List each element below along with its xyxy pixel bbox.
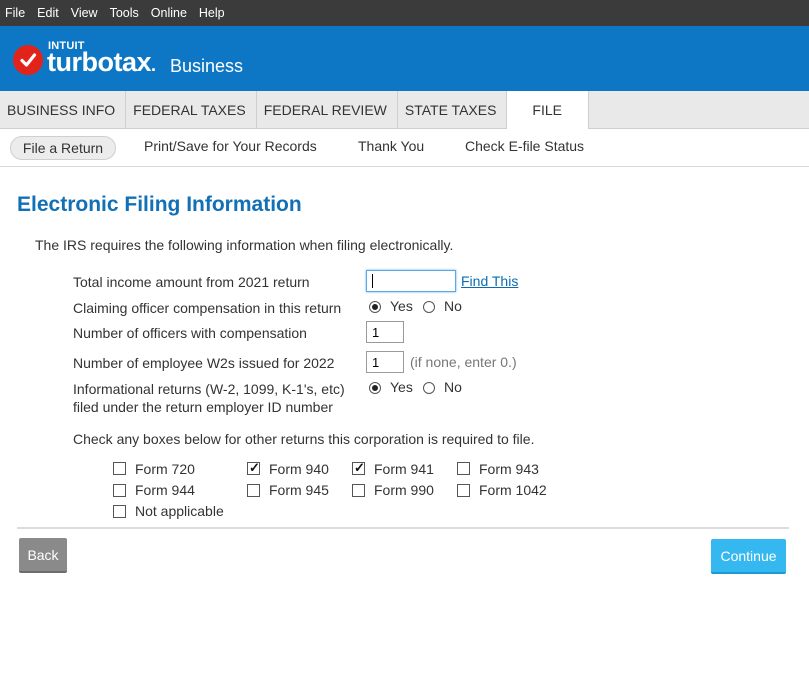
tab-state-taxes[interactable]: STATE TAXES	[398, 91, 508, 128]
num-officers-input[interactable]: 1	[366, 321, 404, 343]
info-returns-label: Informational returns (W-2, 1099, K-1's,…	[73, 381, 345, 415]
total-income-input[interactable]	[366, 270, 456, 292]
form-941-label: Form 941	[374, 461, 434, 477]
form-941-checkbox[interactable]	[352, 460, 365, 476]
info-returns-yes-radio[interactable]	[369, 382, 381, 394]
officer-compensation-yes-label: Yes	[390, 298, 413, 314]
menu-online[interactable]: Online	[151, 6, 187, 20]
form-1042-checkbox[interactable]	[457, 484, 470, 497]
subnav-file-a-return[interactable]: File a Return	[10, 136, 116, 160]
form-943-label: Form 943	[479, 461, 539, 477]
menu-bar: File Edit View Tools Online Help	[0, 0, 809, 26]
officer-compensation-no-radio[interactable]	[423, 301, 435, 313]
form-943-checkbox[interactable]	[457, 462, 470, 475]
total-income-label: Total income amount from 2021 return	[73, 274, 310, 290]
edition-label: Business	[170, 56, 244, 76]
main-tabs: BUSINESS INFO FEDERAL TAXES FEDERAL REVI…	[0, 91, 809, 129]
page-title: Electronic Filing Information	[17, 193, 302, 216]
menu-view[interactable]: View	[71, 6, 98, 20]
subnav-print-save[interactable]: Print/Save for Your Records	[144, 138, 317, 154]
form-990-checkbox[interactable]	[352, 484, 365, 497]
form-945-checkbox[interactable]	[247, 484, 260, 497]
info-returns-no-radio[interactable]	[423, 382, 435, 394]
sub-nav: File a Return Print/Save for Your Record…	[0, 129, 809, 167]
subnav-check-efile-status[interactable]: Check E-file Status	[465, 138, 584, 154]
officer-compensation-no-label: No	[444, 298, 462, 314]
intro-text: The IRS requires the following informati…	[35, 237, 454, 253]
subnav-thank-you[interactable]: Thank You	[358, 138, 424, 154]
info-returns-yes-label: Yes	[390, 379, 413, 395]
menu-file[interactable]: File	[5, 6, 25, 20]
form-940-label: Form 940	[269, 461, 329, 477]
not-applicable-label: Not applicable	[135, 503, 224, 519]
form-945-label: Form 945	[269, 482, 329, 498]
find-this-link[interactable]: Find This	[461, 273, 518, 289]
tab-federal-taxes[interactable]: FEDERAL TAXES	[126, 91, 257, 128]
num-officers-label: Number of officers with compensation	[73, 325, 307, 341]
form-1042-label: Form 1042	[479, 482, 547, 498]
form-720-label: Form 720	[135, 461, 195, 477]
other-returns-label: Check any boxes below for other returns …	[73, 431, 535, 447]
back-button[interactable]: Back	[19, 538, 67, 573]
divider	[17, 527, 789, 529]
form-944-label: Form 944	[135, 482, 195, 498]
menu-tools[interactable]: Tools	[110, 6, 139, 20]
form-990-label: Form 990	[374, 482, 434, 498]
officer-compensation-yes-radio[interactable]	[369, 301, 381, 313]
menu-edit[interactable]: Edit	[37, 6, 59, 20]
num-w2s-hint: (if none, enter 0.)	[410, 354, 517, 370]
officer-compensation-label: Claiming officer compensation in this re…	[73, 300, 342, 316]
form-944-checkbox[interactable]	[113, 484, 126, 497]
text-cursor	[372, 274, 373, 288]
info-returns-no-label: No	[444, 379, 462, 395]
turbotax-wordmark: turbotax.	[47, 47, 156, 77]
tab-file[interactable]: FILE	[507, 91, 589, 129]
checkmark-icon	[13, 45, 43, 75]
num-w2s-label: Number of employee W2s issued for 2022	[73, 355, 335, 371]
num-w2s-input[interactable]: 1	[366, 351, 404, 373]
not-applicable-checkbox[interactable]	[113, 505, 126, 518]
tab-business-info[interactable]: BUSINESS INFO	[0, 91, 127, 128]
form-940-checkbox[interactable]	[247, 460, 260, 476]
menu-help[interactable]: Help	[199, 6, 225, 20]
continue-button[interactable]: Continue	[711, 539, 786, 574]
form-720-checkbox[interactable]	[113, 462, 126, 475]
tab-federal-review[interactable]: FEDERAL REVIEW	[257, 91, 398, 128]
